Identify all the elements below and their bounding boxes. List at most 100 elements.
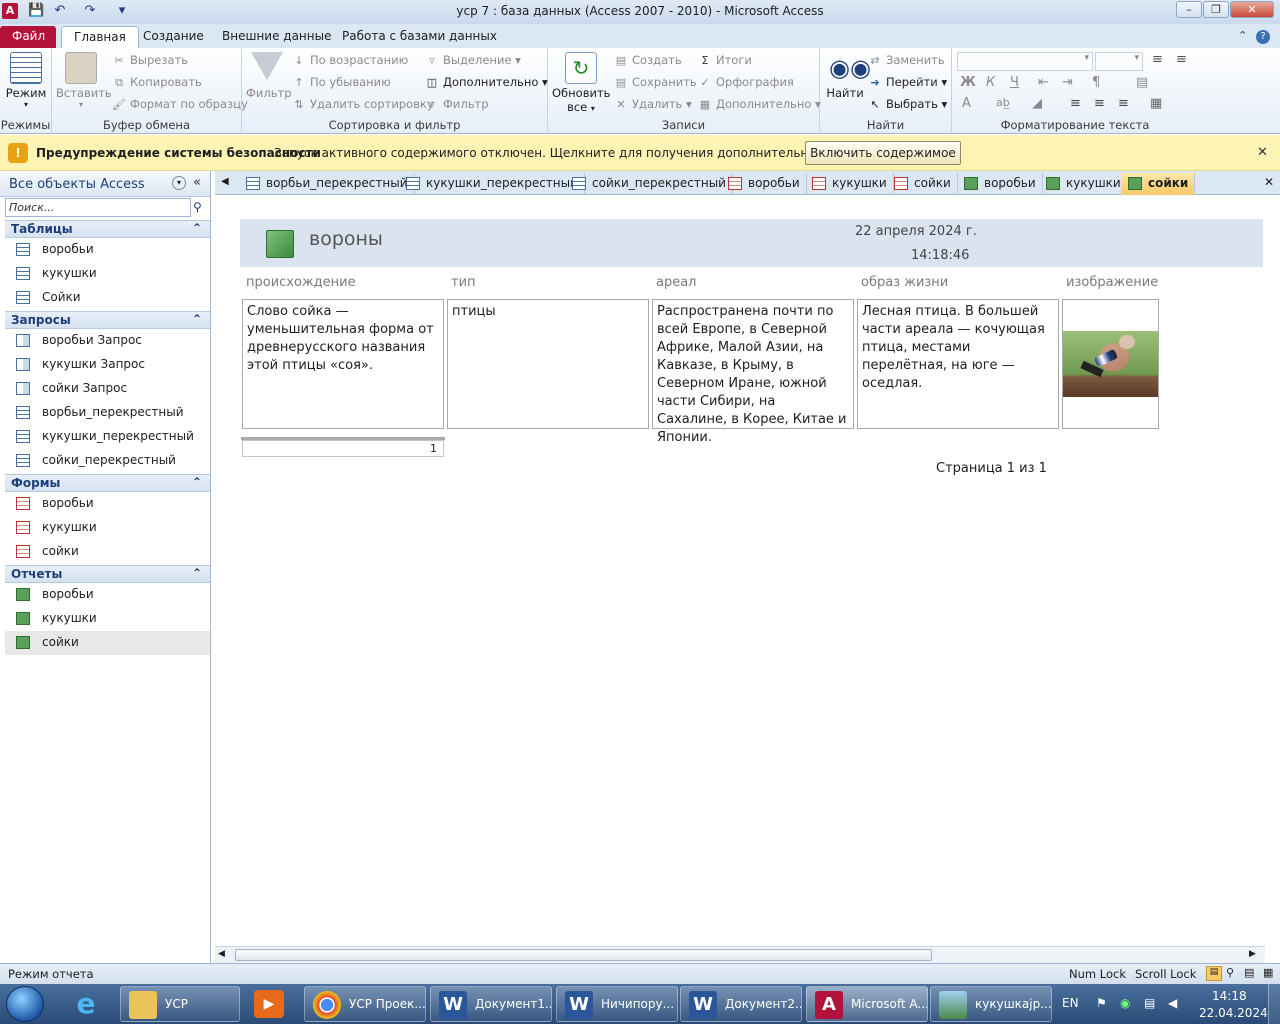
taskbar-item-usr[interactable]: УСР [120, 986, 240, 1022]
close-message-bar-icon[interactable]: ✕ [1257, 145, 1268, 160]
filter-button[interactable]: Фильтр [246, 52, 292, 100]
scroll-left-icon[interactable]: ◀ [218, 949, 225, 959]
format-painter-button[interactable]: 🖌 Формат по образцу [112, 94, 248, 114]
language-indicator[interactable]: EN [1062, 996, 1079, 1010]
doc-tab-form-soiki[interactable]: сойки [887, 173, 958, 195]
tray-network-icon[interactable]: ▤ [1144, 996, 1155, 1010]
nav-item-query-4[interactable]: ворбьи_перекрестный [5, 401, 210, 425]
design-view-icon[interactable]: ▦ [1263, 966, 1273, 979]
tab-file[interactable]: Файл [0, 26, 56, 48]
media-player-icon[interactable]: ▶ [254, 990, 284, 1018]
search-icon[interactable]: ⚲ [193, 200, 202, 214]
remove-sort-button[interactable]: ⇅ Удалить сортировку [292, 94, 433, 114]
collapse-section-icon[interactable]: ⌃ [192, 566, 202, 580]
new-record-button[interactable]: ▤ Создать [614, 50, 682, 70]
close-button[interactable]: ✕ [1230, 1, 1274, 18]
numbering-icon[interactable]: ≡ [1176, 52, 1187, 67]
nav-item-query-1[interactable]: воробьи Запрос [5, 329, 210, 353]
nav-item-table-vorobi[interactable]: воробьи [5, 238, 210, 262]
taskbar-item-image-viewer[interactable]: кукушкаjp... [930, 986, 1052, 1022]
nav-item-form-kukushki[interactable]: кукушки [5, 516, 210, 540]
nav-item-query-2[interactable]: кукушки Запрос [5, 353, 210, 377]
minimize-ribbon-icon[interactable]: ⌃ [1238, 29, 1247, 42]
nav-item-report-kukushki[interactable]: кукушки [5, 607, 210, 631]
paragraph-icon[interactable]: ¶ [1092, 75, 1100, 90]
nav-item-table-soiki[interactable]: Сойки [5, 286, 210, 310]
collapse-nav-icon[interactable]: « [193, 175, 201, 190]
taskbar-item-chrome[interactable]: УСР Проек... [304, 986, 426, 1022]
align-center-icon[interactable]: ≡ [1094, 96, 1105, 111]
nav-search-input[interactable]: Поиск... [5, 198, 191, 217]
doc-tab-report-vorobi[interactable]: воробьи [957, 173, 1043, 195]
help-icon[interactable]: ? [1256, 30, 1270, 44]
copy-button[interactable]: ⧉ Копировать [112, 72, 202, 92]
align-left-icon[interactable]: ≡ [1070, 96, 1081, 111]
nav-section-tables[interactable]: Таблицы ⌃ [5, 220, 210, 238]
internet-explorer-icon[interactable]: e [70, 988, 102, 1020]
taskbar-item-access[interactable]: A Microsoft A... [806, 986, 928, 1022]
taskbar-item-word-nichiporuk[interactable]: W Ничипору... [556, 986, 678, 1022]
scroll-thumb[interactable] [235, 949, 932, 961]
spelling-button[interactable]: ✓ Орфография [698, 72, 793, 92]
nav-item-query-3[interactable]: сойки Запрос [5, 377, 210, 401]
fill-color-icon[interactable]: ◢ [1032, 96, 1042, 111]
nav-section-queries[interactable]: Запросы ⌃ [5, 311, 210, 329]
start-button[interactable] [6, 986, 44, 1022]
table-format-icon[interactable]: ▦ [1150, 96, 1162, 111]
nav-item-report-vorobi[interactable]: воробьи [5, 583, 210, 607]
scroll-right-icon[interactable]: ▶ [1249, 949, 1256, 959]
tab-home[interactable]: Главная [61, 26, 139, 48]
tab-create[interactable]: Создание [131, 26, 216, 48]
font-size-select[interactable]: ▾ [1095, 52, 1143, 71]
toggle-filter-button[interactable]: ▿ Фильтр [425, 94, 488, 114]
horizontal-scrollbar[interactable]: ◀ ▶ [215, 946, 1265, 963]
paste-button[interactable]: Вставить ▾ [56, 52, 112, 109]
nav-header[interactable]: Все объекты Access ▾ « [0, 171, 210, 197]
nav-item-table-kukushki[interactable]: кукушки [5, 262, 210, 286]
view-mode-button[interactable]: Режим ▾ [4, 52, 48, 109]
font-name-select[interactable]: ▾ [957, 52, 1093, 71]
nav-section-reports[interactable]: Отчеты ⌃ [5, 565, 210, 583]
doc-tab-vorbi-crosstab[interactable]: ворбьи_перекрестный [239, 173, 415, 195]
bullets-icon[interactable]: ≡ [1152, 52, 1163, 67]
select-button[interactable]: ↖ Выбрать ▾ [868, 94, 947, 114]
underline-button[interactable]: Ч [1010, 75, 1019, 90]
refresh-all-button[interactable]: ↻ Обновить все ▾ [552, 52, 610, 114]
highlight-icon[interactable]: ab̲ [996, 96, 1010, 109]
close-document-icon[interactable]: ✕ [1264, 175, 1274, 189]
report-view-icon[interactable]: ▤ [1206, 966, 1222, 981]
replace-button[interactable]: ⇄ Заменить [868, 50, 944, 70]
doc-tab-report-kukushki[interactable]: кукушки [1039, 173, 1128, 195]
tab-database-tools[interactable]: Работа с базами данных [330, 26, 509, 48]
layout-view-icon[interactable]: ▤ [1244, 966, 1254, 979]
print-preview-icon[interactable]: ⚲ [1226, 966, 1234, 979]
show-desktop-button[interactable] [1268, 984, 1280, 1024]
tray-status-icon[interactable]: ◉ [1120, 996, 1130, 1010]
bold-button[interactable]: Ж [960, 75, 976, 90]
doc-tab-form-vorobi[interactable]: воробьи [721, 173, 807, 195]
tabs-scroll-left-icon[interactable]: ◀ [221, 176, 229, 187]
nav-section-forms[interactable]: Формы ⌃ [5, 474, 210, 492]
enable-content-button[interactable]: Включить содержимое [805, 141, 961, 165]
minimize-button[interactable]: – [1176, 1, 1202, 18]
tab-external-data[interactable]: Внешние данные [210, 26, 343, 48]
more-records-button[interactable]: ▦ Дополнительно ▾ [698, 94, 821, 114]
nav-item-query-6[interactable]: сойки_перекрестный [5, 449, 210, 473]
nav-menu-chevron-icon[interactable]: ▾ [172, 176, 186, 190]
advanced-filter-button[interactable]: ◫ Дополнительно ▾ [425, 72, 548, 92]
font-color-button[interactable]: A [962, 96, 971, 111]
taskbar-item-word-doc2[interactable]: W Документ2... [680, 986, 802, 1022]
clock-date[interactable]: 22.04.2024 [1199, 1006, 1268, 1020]
save-record-button[interactable]: ▤ Сохранить [614, 72, 697, 92]
tray-flag-icon[interactable]: ⚑ [1096, 996, 1107, 1010]
collapse-section-icon[interactable]: ⌃ [192, 312, 202, 326]
collapse-section-icon[interactable]: ⌃ [192, 475, 202, 489]
gridlines-icon[interactable]: ▤ [1136, 75, 1148, 90]
goto-button[interactable]: ➜ Перейти ▾ [868, 72, 947, 92]
sort-descending-button[interactable]: ↑ По убыванию [292, 72, 390, 92]
nav-item-form-vorobi[interactable]: воробьи [5, 492, 210, 516]
nav-item-form-soiki[interactable]: сойки [5, 540, 210, 564]
decrease-indent-icon[interactable]: ⇤ [1038, 75, 1049, 90]
security-warning-message[interactable]: Запуск активного содержимого отключен. Щ… [274, 146, 893, 160]
taskbar-item-word-doc1[interactable]: W Документ1... [430, 986, 552, 1022]
